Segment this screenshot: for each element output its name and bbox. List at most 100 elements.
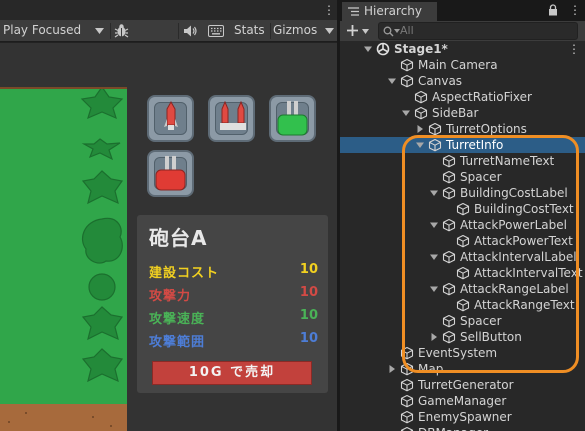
hierarchy-item-label: AttackIntervalText: [474, 266, 583, 280]
hierarchy-item-label: EnemySpawner: [418, 410, 512, 424]
expand-arrow-icon[interactable]: [401, 108, 411, 118]
hierarchy-item-label: TurretNameText: [460, 154, 555, 168]
hierarchy-more-icon[interactable]: ⋮: [569, 4, 581, 16]
turret-button-red-cannon[interactable]: [147, 150, 194, 197]
hierarchy-item[interactable]: AttackRangeText: [340, 297, 585, 313]
expand-arrow-icon[interactable]: [429, 284, 439, 294]
hierarchy-item[interactable]: AttackPowerText: [340, 233, 585, 249]
hierarchy-item[interactable]: AttackRangeLabel: [340, 281, 585, 297]
hierarchy-item[interactable]: TurretGenerator: [340, 377, 585, 393]
game-view: ⋮ Play Focused Stats Gizmos 砲台A 建設コスト 10…: [0, 0, 337, 431]
turret-button-single-red[interactable]: [147, 95, 194, 142]
double-rocket-icon: [220, 101, 246, 130]
hierarchy-item-label: AttackRangeText: [474, 298, 575, 312]
gameobject-cube-icon: [428, 122, 442, 136]
collapse-arrow-icon[interactable]: [415, 124, 425, 134]
speaker-icon[interactable]: [183, 24, 198, 38]
hierarchy-item[interactable]: AttackIntervalText: [340, 265, 585, 281]
hierarchy-item[interactable]: Main Camera: [340, 57, 585, 73]
list-icon: [348, 7, 359, 16]
expand-arrow-icon[interactable]: [363, 44, 373, 54]
add-icon[interactable]: [346, 24, 359, 37]
hierarchy-item[interactable]: Spacer: [340, 169, 585, 185]
hierarchy-item[interactable]: Map: [340, 361, 585, 377]
attack-interval-label: 攻撃速度: [149, 312, 206, 327]
gameobject-cube-icon: [456, 202, 470, 216]
hierarchy-item[interactable]: BuildingCostLabel: [340, 185, 585, 201]
rocket-icon: [164, 101, 178, 130]
game-map-field: [0, 87, 127, 431]
collapse-arrow-icon[interactable]: [387, 364, 397, 374]
hierarchy-item[interactable]: DBManager: [340, 425, 585, 431]
hierarchy-item-label: SellButton: [460, 330, 522, 344]
gameobject-cube-icon: [442, 170, 456, 184]
bug-icon[interactable]: [114, 23, 129, 38]
tree-column: [80, 87, 124, 383]
hierarchy-item-label: EventSystem: [418, 346, 498, 360]
sell-button[interactable]: 10G で売却: [152, 361, 312, 385]
expand-arrow-icon[interactable]: [429, 188, 439, 198]
hierarchy-item[interactable]: SellButton: [340, 329, 585, 345]
gameobject-cube-icon: [400, 378, 414, 392]
hierarchy-item[interactable]: Canvas: [340, 73, 585, 89]
hierarchy-item[interactable]: EnemySpawner: [340, 409, 585, 425]
hierarchy-item-label: AttackPowerLabel: [460, 218, 567, 232]
hierarchy-tab[interactable]: Hierarchy: [342, 2, 437, 21]
attack-interval-text: 10: [299, 308, 318, 323]
hierarchy-item[interactable]: TurretOptions: [340, 121, 585, 137]
search-chevron-icon[interactable]: [394, 29, 400, 33]
hierarchy-item-label: AttackIntervalLabel: [460, 250, 577, 264]
keyboard-icon[interactable]: [208, 25, 224, 37]
display-mode-dropdown[interactable]: Play Focused: [3, 23, 81, 37]
hierarchy-item[interactable]: AspectRatioFixer: [340, 89, 585, 105]
unity-scene-icon: [376, 42, 390, 56]
hierarchy-search-input[interactable]: All: [378, 22, 578, 40]
stats-button[interactable]: Stats: [234, 23, 265, 37]
add-chevron-down-icon[interactable]: [362, 29, 369, 34]
hierarchy-item-label: BuildingCostLabel: [460, 186, 568, 200]
hierarchy-item[interactable]: Spacer: [340, 313, 585, 329]
hierarchy-item[interactable]: AttackIntervalLabel: [340, 249, 585, 265]
expand-arrow-icon[interactable]: [415, 140, 425, 150]
hierarchy-item[interactable]: EventSystem: [340, 345, 585, 361]
hierarchy-item[interactable]: AttackPowerLabel: [340, 217, 585, 233]
gameobject-cube-icon: [428, 138, 442, 152]
hierarchy-item[interactable]: BuildingCostText: [340, 201, 585, 217]
collapse-arrow-icon[interactable]: [429, 332, 439, 342]
game-view-more-icon[interactable]: ⋮: [323, 4, 335, 16]
turret-button-green[interactable]: [269, 95, 316, 142]
gizmos-chevron-down-icon[interactable]: [325, 28, 334, 34]
gameobject-cube-icon: [442, 186, 456, 200]
game-view-toolbar: Play Focused Stats Gizmos: [0, 20, 337, 42]
game-view-menu-strip: ⋮: [0, 0, 337, 20]
hierarchy-item[interactable]: TurretInfo: [340, 137, 585, 153]
expand-arrow-icon[interactable]: [429, 252, 439, 262]
hierarchy-item[interactable]: Stage1* ⋮: [340, 41, 585, 57]
turret-name-text: 砲台A: [149, 226, 208, 250]
scene-more-icon[interactable]: ⋮: [568, 43, 580, 55]
gizmos-button[interactable]: Gizmos: [273, 23, 317, 37]
search-icon: [383, 26, 394, 37]
hierarchy-item[interactable]: GameManager: [340, 393, 585, 409]
lock-icon[interactable]: [548, 4, 558, 16]
turret-button-double-red[interactable]: [208, 95, 255, 142]
hierarchy-tab-title: Hierarchy: [364, 4, 423, 18]
building-cost-label: 建設コスト: [149, 266, 220, 281]
gameobject-cube-icon: [442, 282, 456, 296]
hierarchy-item-label: Stage1*: [394, 42, 448, 56]
gameobject-cube-icon: [400, 394, 414, 408]
expand-arrow-icon[interactable]: [387, 76, 397, 86]
gameobject-cube-icon: [414, 90, 428, 104]
hierarchy-item-label: TurretGenerator: [418, 378, 514, 392]
gameobject-cube-icon: [400, 346, 414, 360]
hierarchy-item-label: AttackPowerText: [474, 234, 573, 248]
gameobject-cube-icon: [442, 218, 456, 232]
attack-power-text: 10: [299, 285, 318, 300]
hierarchy-item[interactable]: SideBar: [340, 105, 585, 121]
hierarchy-item-label: Canvas: [418, 74, 463, 88]
hierarchy-window: Hierarchy ⋮ All Stage1* ⋮ Main Camera Canva…: [340, 0, 585, 431]
hierarchy-item[interactable]: TurretNameText: [340, 153, 585, 169]
hierarchy-item-label: AspectRatioFixer: [432, 90, 532, 104]
chevron-down-icon[interactable]: [95, 28, 104, 34]
expand-arrow-icon[interactable]: [429, 220, 439, 230]
